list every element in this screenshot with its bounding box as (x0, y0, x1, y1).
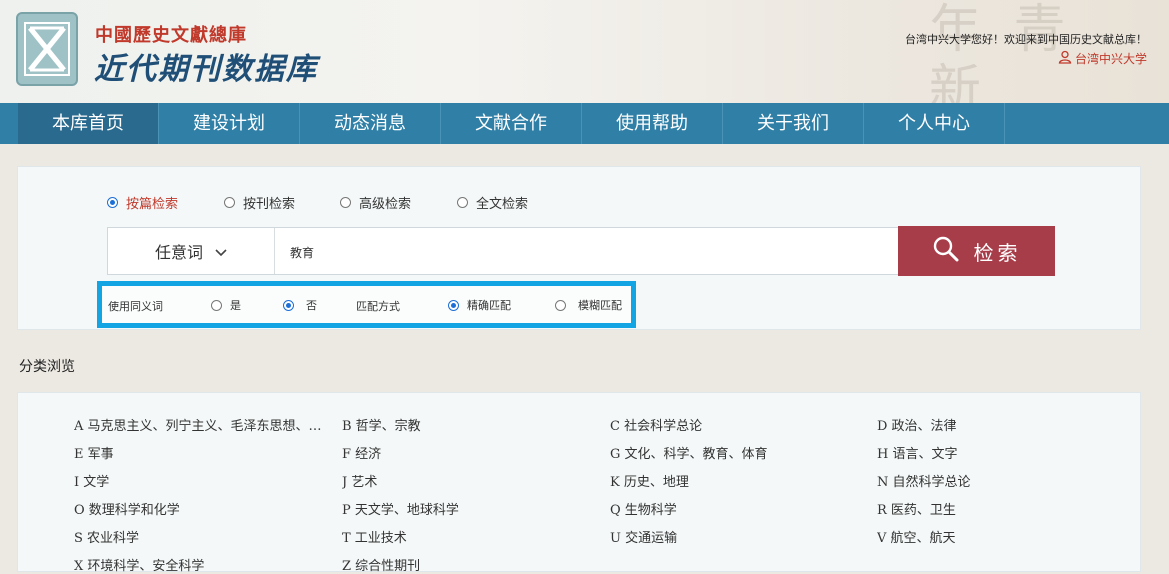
category-link-q[interactable]: Q 生物科学 (610, 499, 677, 518)
radio-icon[interactable] (107, 197, 118, 208)
search-type-article[interactable]: 按篇检索 (107, 193, 178, 212)
match-fuzzy-label: 模糊匹配 (578, 299, 622, 312)
category-link-x[interactable]: X 环境科学、安全科学 (74, 555, 204, 574)
category-link-n[interactable]: N 自然科学总论 (877, 471, 971, 490)
nav-item-home[interactable]: 本库首页 (18, 103, 158, 144)
radio-icon[interactable] (340, 197, 351, 208)
category-link-i[interactable]: I 文学 (74, 471, 109, 490)
search-bar: 任意词 (107, 227, 899, 275)
match-exact-option[interactable]: 精确匹配 (448, 297, 511, 313)
nav-item-help[interactable]: 使用帮助 (582, 103, 722, 144)
nav-item-plan[interactable]: 建设计划 (159, 103, 299, 144)
synonym-yes-option[interactable]: 是 (211, 297, 241, 313)
site-header: 年 青 新 中國歷史文獻總庫 近代期刊数据库 台湾中兴大学您好！欢迎来到中国历史… (0, 0, 1169, 103)
search-type-advanced[interactable]: 高级检索 (340, 193, 411, 212)
search-type-fulltext[interactable]: 全文检索 (457, 193, 528, 212)
radio-icon[interactable] (211, 299, 222, 311)
category-link-p[interactable]: P 天文学、地球科学 (342, 499, 459, 518)
radio-icon[interactable] (555, 299, 566, 311)
radio-icon[interactable] (283, 299, 294, 311)
category-link-f[interactable]: F 经济 (342, 443, 381, 462)
search-type-journal[interactable]: 按刊检索 (224, 193, 295, 212)
user-icon (1058, 50, 1072, 67)
category-link-k[interactable]: K 历史、地理 (610, 471, 689, 490)
category-link-e[interactable]: E 军事 (74, 443, 114, 462)
chevron-down-icon (215, 242, 227, 261)
synonym-yes-label: 是 (230, 299, 241, 312)
category-link-a[interactable]: A 马克思主义、列宁主义、毛泽东思想、邓小平理论 (74, 415, 332, 434)
category-link-r[interactable]: R 医药、卫生 (877, 499, 956, 518)
search-input[interactable] (288, 240, 872, 264)
category-link-c[interactable]: C 社会科学总论 (610, 415, 702, 434)
search-options-box: 使用同义词 是 否 匹配方式 精确匹配 模糊匹配 (97, 281, 636, 328)
search-field-dropdown[interactable]: 任意词 (108, 228, 275, 274)
radio-icon[interactable] (448, 299, 459, 311)
search-button-label: 检索 (973, 240, 1022, 265)
nav-item-about[interactable]: 关于我们 (723, 103, 863, 144)
welcome-message: 台湾中兴大学您好！欢迎来到中国历史文献总库！ (905, 33, 1147, 46)
logo-icon[interactable] (16, 12, 78, 86)
category-link-u[interactable]: U 交通运输 (610, 527, 677, 546)
radio-icon[interactable] (457, 197, 468, 208)
synonym-no-option[interactable]: 否 (283, 297, 317, 313)
match-exact-label: 精确匹配 (467, 299, 511, 312)
search-type-label: 按篇检索 (126, 197, 179, 212)
synonym-no-label: 否 (306, 299, 317, 312)
category-link-t[interactable]: T 工业技术 (342, 527, 407, 546)
category-link-d[interactable]: D 政治、法律 (877, 415, 957, 434)
nav-divider (1004, 103, 1005, 144)
category-link-o[interactable]: O 数理科学和化学 (74, 499, 180, 518)
search-type-label: 高级检索 (359, 197, 412, 212)
logo-title-main: 近代期刊数据库 (94, 52, 318, 87)
nav-item-news[interactable]: 动态消息 (300, 103, 440, 144)
radio-icon[interactable] (224, 197, 235, 208)
search-button[interactable]: 检索 (898, 226, 1055, 276)
category-link-v[interactable]: V 航空、航天 (877, 527, 956, 546)
search-field-value: 任意词 (154, 243, 203, 262)
category-link-h[interactable]: H 语言、文字 (877, 443, 957, 462)
category-browse-title: 分类浏览 (19, 359, 75, 375)
search-icon (932, 235, 960, 268)
main-nav: 本库首页 建设计划 动态消息 文献合作 使用帮助 关于我们 个人中心 (0, 103, 1169, 144)
match-fuzzy-option[interactable]: 模糊匹配 (555, 297, 622, 313)
category-link-z[interactable]: Z 综合性期刊 (342, 555, 420, 574)
user-account-label: 台湾中兴大学 (1074, 52, 1147, 66)
search-type-label: 全文检索 (476, 197, 529, 212)
category-link-g[interactable]: G 文化、科学、教育、体育 (610, 443, 768, 462)
match-mode-label: 匹配方式 (356, 300, 400, 313)
nav-item-cooperation[interactable]: 文献合作 (441, 103, 581, 144)
category-link-j[interactable]: J 艺术 (342, 471, 377, 490)
nav-item-personal[interactable]: 个人中心 (864, 103, 1004, 144)
search-type-label: 按刊检索 (243, 197, 296, 212)
user-account-link[interactable]: 台湾中兴大学 (1058, 50, 1147, 67)
category-link-s[interactable]: S 农业科学 (74, 527, 139, 546)
category-link-b[interactable]: B 哲学、宗教 (342, 415, 421, 434)
synonym-label: 使用同义词 (108, 300, 163, 313)
